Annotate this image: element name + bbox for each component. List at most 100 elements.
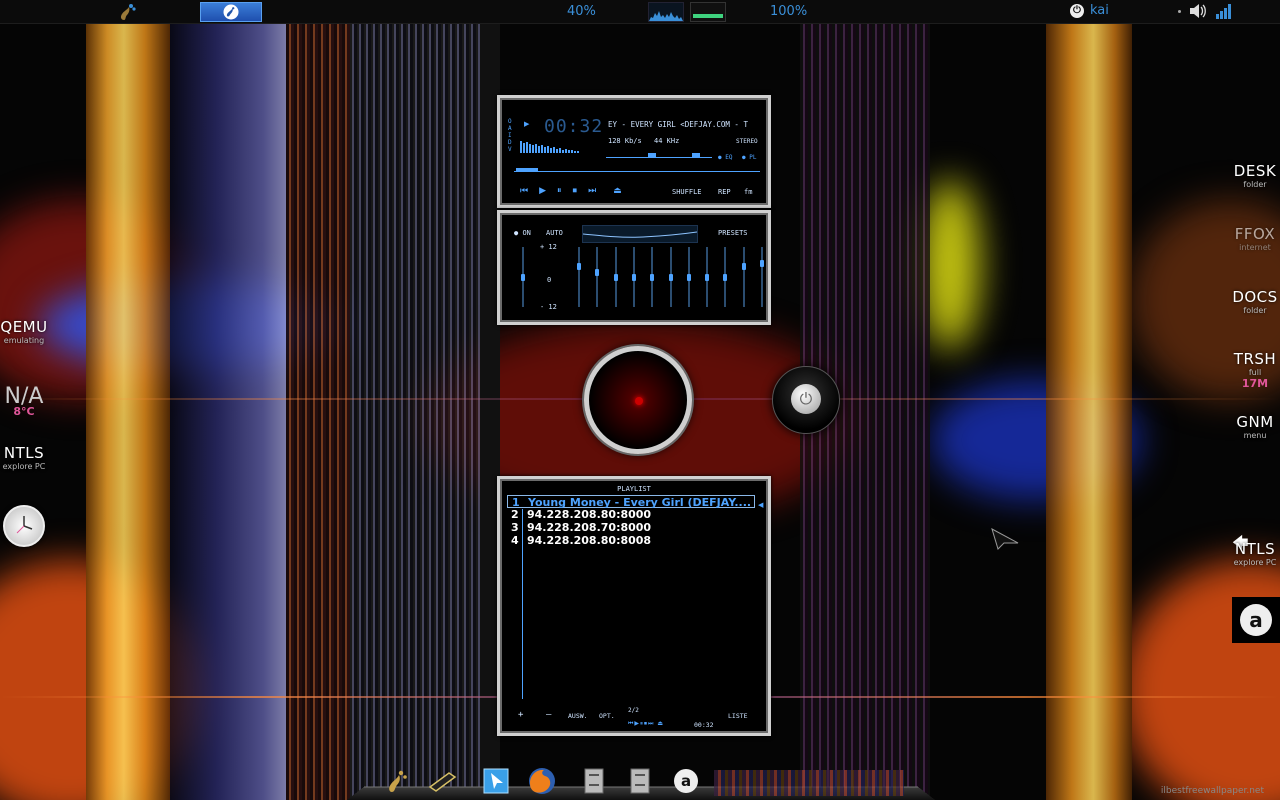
launcher-gnm[interactable]: GNM menu <box>1230 413 1280 440</box>
volume-icon[interactable] <box>1189 3 1207 19</box>
eq-band-slider[interactable] <box>760 247 764 307</box>
playlist-list-button[interactable]: LISTE <box>728 712 748 720</box>
playlist-item[interactable]: 4 94.228.208.80:8008 <box>507 534 755 547</box>
weather-widget[interactable]: N/A 8°C <box>0 384 48 418</box>
eq-band-slider[interactable] <box>631 247 636 307</box>
launcher-desk[interactable]: DESK folder <box>1230 162 1280 189</box>
shuffle-button[interactable]: SHUFFLE <box>672 188 702 196</box>
memory-bar[interactable] <box>690 2 726 22</box>
launcher-docs[interactable]: DOCS folder <box>1230 288 1280 315</box>
launcher-trash[interactable]: TRSH full 17M <box>1230 350 1280 390</box>
eq-band-slider[interactable] <box>650 247 655 307</box>
launcher-ntls-left[interactable]: NTLS explore PC <box>0 444 48 471</box>
amazon-a-icon[interactable]: a <box>1232 597 1280 643</box>
launcher-label: DESK <box>1233 162 1277 180</box>
seek-bar[interactable] <box>514 168 760 172</box>
file-cabinet-dock-icon[interactable] <box>578 766 610 796</box>
song-title-marquee[interactable]: EY - EVERY GIRL <DEFJAY.COM - T <box>608 120 766 129</box>
terminal-dock-icon[interactable] <box>426 766 458 796</box>
previous-track-icon[interactable]: ⏮ <box>520 186 528 196</box>
launcher-label: GNM <box>1236 413 1274 431</box>
pause-icon[interactable]: ⏸ <box>557 186 562 196</box>
tray-dot-icon <box>1178 9 1181 13</box>
playlist-remove-button[interactable]: – <box>546 710 551 720</box>
cpu-graph[interactable] <box>648 2 684 22</box>
playlist-scroll-arrow-icon[interactable]: ◀ <box>758 501 763 509</box>
eject-icon[interactable]: ⏏ <box>613 186 622 196</box>
time-display[interactable]: 00:32 <box>544 116 603 137</box>
amazon-dock-icon[interactable]: a <box>670 766 702 796</box>
playlist-mini-controls[interactable]: ⏮▶⏸⏹⏭ ⏏ <box>628 720 664 728</box>
eq-slider-knob <box>613 273 618 281</box>
eq-slider-knob <box>741 262 746 270</box>
fm-button[interactable]: fm <box>744 188 752 196</box>
gnome-menu-button[interactable] <box>200 2 262 22</box>
equalizer-window[interactable]: ● ON AUTO PRESETS + 12 0 - 12 <box>497 210 771 325</box>
eq-band-slider[interactable] <box>577 247 581 307</box>
eq-band-slider[interactable] <box>668 247 673 307</box>
eq-curve-graph <box>582 225 698 243</box>
eq-band-slider[interactable] <box>723 247 728 307</box>
spectrum-analyzer[interactable] <box>520 138 594 153</box>
eq-band-slider[interactable] <box>705 247 710 307</box>
playlist-item[interactable]: 2 94.228.208.80:8000 <box>507 508 755 521</box>
eq-preamp-slider[interactable] <box>521 247 525 307</box>
gnome-foot-dock-icon[interactable] <box>382 766 414 796</box>
eq-slider-knob <box>521 273 525 281</box>
eq-zero-label: 0 <box>547 276 552 284</box>
file-cabinet-dock-icon-2[interactable] <box>624 766 656 796</box>
eq-presets-button[interactable]: PRESETS <box>718 229 748 237</box>
eq-toggle[interactable]: ● EQ <box>718 154 732 161</box>
eq-slider-knob <box>760 260 764 268</box>
eq-band-slider[interactable] <box>686 247 691 307</box>
playlist-list[interactable]: 1 Young Money - Every Girl (DEFJAY.... 29… <box>507 495 755 547</box>
foot-icon[interactable] <box>116 0 140 24</box>
playlist-item[interactable]: 3 94.228.208.70:8000 <box>507 521 755 534</box>
playlist-select-button[interactable]: AUSW. <box>568 712 588 720</box>
cursor-app-dock-icon[interactable] <box>480 766 512 796</box>
playlist-item[interactable]: 1 Young Money - Every Girl (DEFJAY.... <box>507 495 755 509</box>
dock-window-previews[interactable] <box>714 770 904 796</box>
playlist-options-button[interactable]: OPT. <box>599 712 615 720</box>
eq-auto-toggle[interactable]: AUTO <box>546 229 563 237</box>
firefox-dock-icon[interactable] <box>526 766 558 796</box>
eq-on-toggle[interactable]: ● ON <box>514 229 531 237</box>
eq-slider-knob <box>686 273 691 281</box>
record-orb-button[interactable] <box>584 346 692 454</box>
clock-widget-icon[interactable] <box>3 505 45 547</box>
player-side-letters: OAIDV <box>508 118 512 153</box>
repeat-button[interactable]: REP <box>718 188 731 196</box>
playlist-window[interactable]: PLAYLIST 1 Young Money - Every Girl (DEFJ… <box>497 476 771 736</box>
launcher-ntls-right[interactable]: NTLS explore PC <box>1230 540 1280 567</box>
eq-slider-knob <box>577 262 581 270</box>
launcher-sublabel: explore PC <box>1233 558 1277 567</box>
eq-minus-label: - 12 <box>540 303 557 311</box>
launcher-label: NTLS <box>3 444 45 462</box>
launcher-label: TRSH <box>1233 350 1277 368</box>
launcher-label: FFOX <box>1234 225 1276 243</box>
trash-size: 17M <box>1241 377 1269 390</box>
launcher-ffox[interactable]: FFOX internet <box>1230 225 1280 252</box>
eq-plus-label: + 12 <box>540 243 557 251</box>
user-menu[interactable]: ⏻ kai <box>1070 3 1109 18</box>
balance-slider[interactable] <box>680 152 712 158</box>
launcher-qemu[interactable]: QEMU emulating <box>0 318 48 345</box>
eq-band-slider[interactable] <box>595 247 600 307</box>
eq-slider-knob <box>650 273 655 281</box>
pl-toggle[interactable]: ● PL <box>742 154 756 161</box>
launcher-sublabel: menu <box>1243 431 1267 440</box>
eq-band-slider[interactable] <box>741 247 746 307</box>
eq-slider-knob <box>631 273 636 281</box>
playlist-add-button[interactable]: + <box>518 710 523 720</box>
playlist-title: PLAYLIST <box>617 485 651 493</box>
next-track-icon[interactable]: ⏭ <box>588 186 596 196</box>
power-orb-button[interactable]: ⏻ <box>772 366 840 434</box>
stop-icon[interactable]: ⏹ <box>573 186 578 196</box>
audacious-main-window[interactable]: OAIDV ▶ 00:32 EY - EVERY GIRL <DEFJAY.CO… <box>497 95 771 208</box>
network-signal-icon[interactable] <box>1215 3 1233 19</box>
playlist-time: 00:32 <box>694 721 714 729</box>
samplerate-label: 44 KHz <box>654 137 680 145</box>
play-icon[interactable]: ▶ <box>539 186 546 196</box>
launcher-sublabel: internet <box>1239 243 1271 252</box>
eq-band-slider[interactable] <box>613 247 618 307</box>
